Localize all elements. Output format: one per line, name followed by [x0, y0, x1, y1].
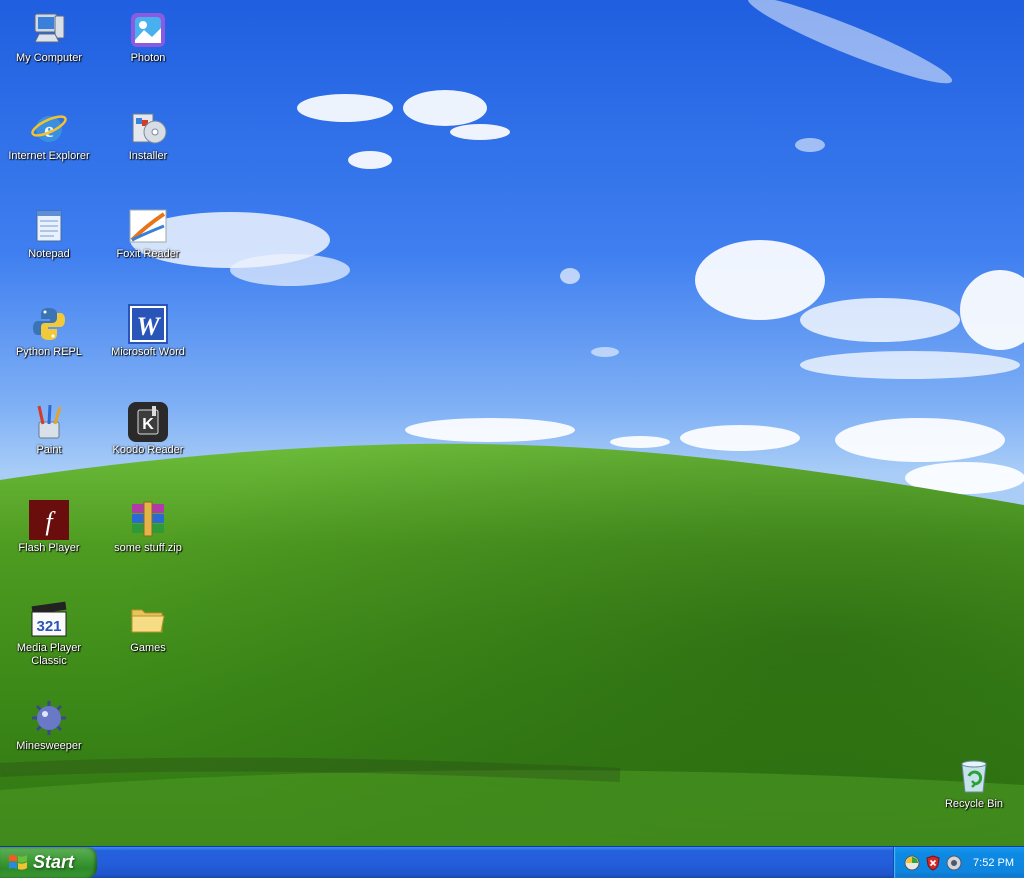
clock[interactable]: 7:52 PM	[973, 857, 1014, 869]
desktop-icon-label: Installer	[128, 150, 168, 162]
recycle-bin-icon	[961, 760, 987, 793]
word-icon: W	[128, 304, 168, 344]
start-button[interactable]: Start	[0, 847, 97, 878]
desktop-icon-label: Internet Explorer	[8, 150, 90, 162]
minesweeper-icon	[32, 701, 66, 735]
desktop-icon-media-player-classic[interactable]: 321 Media Player Classic	[3, 600, 95, 668]
system-tray[interactable]: 7:52 PM	[893, 847, 1024, 878]
volume-icon[interactable]	[946, 855, 962, 871]
foxit-reader-icon	[129, 209, 167, 243]
windows-flag-icon	[9, 854, 27, 870]
desktop-icon-label: Photon	[130, 52, 166, 64]
my-computer-icon	[34, 13, 65, 43]
desktop-icon-label: Microsoft Word	[111, 346, 185, 358]
svg-text:K: K	[142, 416, 154, 433]
desktop-icon-label: Notepad	[28, 248, 70, 260]
desktop-icon-koodo-reader[interactable]: K Koodo Reader	[102, 402, 194, 457]
desktop-icon-photon[interactable]: Photon	[102, 10, 194, 65]
desktop-icon-label: Koodo Reader	[112, 444, 184, 456]
media-player-classic-icon: 321	[31, 601, 67, 637]
desktop-icon-flash-player[interactable]: f Flash Player	[3, 500, 95, 555]
svg-text:W: W	[136, 312, 161, 341]
desktop-icon-label: Flash Player	[18, 542, 80, 554]
desktop-icon-internet-explorer[interactable]: e Internet Explorer	[3, 108, 95, 163]
desktop-icon-label: Python REPL	[15, 346, 83, 358]
desktop-icon-paint[interactable]: Paint	[3, 402, 95, 457]
flash-player-icon: f	[29, 500, 69, 540]
folder-icon	[131, 609, 165, 633]
python-icon	[33, 308, 65, 340]
desktop-icon-installer[interactable]: Installer	[102, 108, 194, 163]
network-icon[interactable]	[904, 855, 920, 871]
desktop-icon-notepad[interactable]: Notepad	[3, 206, 95, 261]
desktop-icon-label: some stuff.zip	[114, 542, 182, 554]
internet-explorer-icon: e	[31, 115, 67, 142]
desktop-icon-label: Paint	[36, 444, 62, 456]
security-shield-icon[interactable]	[925, 854, 941, 871]
desktop-icon-label: Foxit Reader	[116, 248, 180, 260]
desktop-icon-microsoft-word[interactable]: W Microsoft Word	[102, 304, 194, 359]
koodo-reader-icon: K	[128, 402, 168, 442]
start-button-label: Start	[33, 852, 75, 872]
paint-icon	[37, 404, 62, 439]
notepad-icon	[36, 210, 62, 242]
desktop-icon-label: Recycle Bin	[944, 798, 1004, 810]
desktop[interactable]: My Computer e Internet Explorer Notepad …	[0, 0, 1024, 846]
desktop-icon-foxit-reader[interactable]: Foxit Reader	[102, 206, 194, 261]
desktop-icon-my-computer[interactable]: My Computer	[3, 10, 95, 65]
desktop-icon-recycle-bin[interactable]: Recycle Bin	[928, 756, 1020, 811]
desktop-icon-label: Games	[130, 642, 166, 654]
desktop-icon-label: Minesweeper	[16, 740, 82, 752]
desktop-icon-games[interactable]: Games	[102, 600, 194, 655]
desktop-icon-minesweeper[interactable]: Minesweeper	[3, 698, 95, 753]
desktop-icon-label: My Computer	[15, 52, 83, 64]
desktop-icon-python-repl[interactable]: Python REPL	[3, 304, 95, 359]
taskbar[interactable]: Start 7:52 PM	[0, 846, 1024, 878]
photon-icon	[131, 13, 165, 47]
installer-icon	[132, 113, 167, 144]
desktop-icon-some-stuff-zip[interactable]: some stuff.zip	[102, 500, 194, 555]
winrar-archive-icon	[132, 501, 164, 537]
desktop-icon-label: Media Player Classic	[16, 642, 82, 667]
svg-text:321: 321	[36, 618, 61, 635]
